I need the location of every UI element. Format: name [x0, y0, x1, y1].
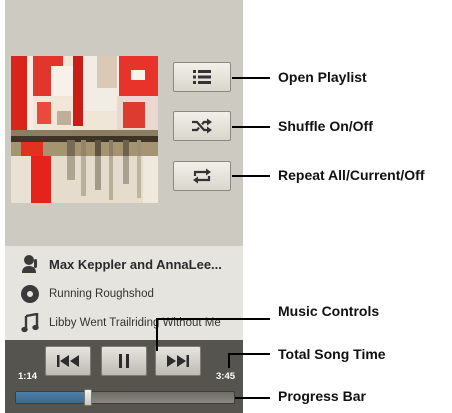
pause-button[interactable]: [101, 346, 147, 376]
callout-total-song-time: Total Song Time: [278, 346, 386, 362]
total-time: 3:45: [216, 371, 236, 382]
shuffle-icon: [192, 118, 212, 134]
callout-music-controls: Music Controls: [278, 303, 380, 319]
music-player-screen: Max Keppler and AnnaLee... Running Rough…: [5, 0, 243, 413]
artist-name: Max Keppler and AnnaLee...: [49, 256, 222, 272]
playlist-icon: [193, 70, 211, 84]
progress-fill: [16, 392, 88, 403]
next-button[interactable]: [155, 346, 201, 376]
callout-line-repeat: [232, 175, 270, 177]
callout-repeat: Repeat All/Current/Off: [278, 167, 425, 183]
open-playlist-button[interactable]: [173, 62, 231, 92]
progress-handle[interactable]: [83, 389, 92, 406]
previous-icon: [57, 355, 79, 367]
callout-open-playlist: Open Playlist: [278, 69, 367, 85]
callout-line-progress: [235, 397, 270, 399]
album-name: Running Roughshod: [49, 288, 154, 300]
callout-line-music-controls: [156, 318, 270, 320]
callout-line-total-time: [228, 353, 270, 355]
shuffle-button[interactable]: [173, 111, 231, 141]
pause-icon: [119, 354, 129, 368]
callout-vline-total-time: [228, 354, 230, 368]
callout-shuffle: Shuffle On/Off: [278, 118, 373, 134]
callout-line-shuffle: [232, 126, 270, 128]
playback-controls: 1:14 3:45: [5, 340, 243, 413]
track-info-panel: Max Keppler and AnnaLee... Running Rough…: [5, 246, 243, 340]
next-icon: [167, 355, 189, 367]
music-note-icon: [19, 312, 41, 334]
repeat-button[interactable]: [173, 161, 231, 191]
disc-icon: [19, 283, 41, 305]
artist-row: Max Keppler and AnnaLee...: [5, 249, 243, 279]
album-art-image: [11, 56, 158, 203]
album-row: Running Roughshod: [5, 279, 243, 309]
microphone-icon: [19, 253, 41, 275]
callout-vline-music-controls: [156, 319, 158, 351]
elapsed-time: 1:14: [18, 371, 38, 382]
callout-line-playlist: [232, 77, 270, 79]
progress-bar[interactable]: [15, 389, 235, 406]
previous-button[interactable]: [45, 346, 91, 376]
repeat-icon: [193, 168, 211, 184]
callout-progress-bar: Progress Bar: [278, 388, 366, 404]
song-row: Libby Went Trailriding Without Me: [5, 308, 243, 338]
album-art-area: [5, 0, 243, 246]
